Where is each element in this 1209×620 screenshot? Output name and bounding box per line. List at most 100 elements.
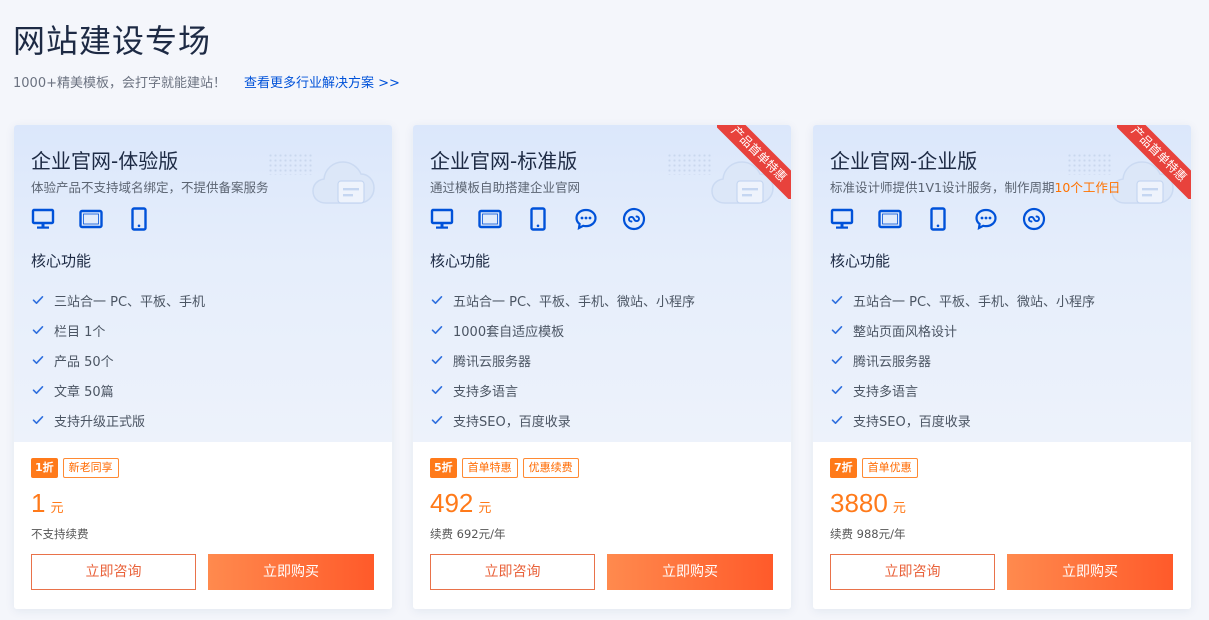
feature-item: 腾讯云服务器 (830, 345, 1095, 375)
product-card: 产品首单特惠 企业官网-标准版通过模板自助搭建企业官网 核心功能五站合一 PC、平板… (413, 125, 791, 609)
feature-item: 整站页面风格设计 (830, 315, 1095, 345)
card-title: 企业官网-企业版 (830, 149, 978, 173)
check-icon (31, 353, 45, 367)
feature-item: 栏目 1个 (31, 315, 205, 345)
tablet-landscape-icon (79, 207, 103, 231)
card-header: 企业官网-体验版体验产品不支持域名绑定，不提供备案服务 核心功能三站合一 PC、平… (14, 125, 392, 442)
check-icon (830, 383, 844, 397)
page-subtitle: 1000+精美模板，会打字就能建站！ (13, 76, 226, 91)
card-description: 通过模板自助搭建企业官网 (430, 177, 580, 196)
card-title: 企业官网-体验版 (31, 149, 179, 173)
promo-tag: 首单特惠 (461, 458, 518, 478)
desc-highlight: 10个工作日 (1054, 180, 1121, 195)
consult-button[interactable]: 立即咨询 (830, 554, 995, 590)
card-pricing: 7折 首单优惠 3880 元续费 988元/年立即咨询 立即购买 (813, 442, 1191, 609)
features-heading: 核心功能 (430, 252, 491, 270)
feature-item: 五站合一 PC、平板、手机、微站、小程序 (830, 285, 1095, 315)
price-unit: 元 (50, 501, 64, 516)
check-icon (31, 293, 45, 307)
check-icon (430, 383, 444, 397)
feature-item: 支持SEO，百度收录 (830, 405, 1095, 435)
feature-item: 支持SEO，百度收录 (430, 405, 695, 435)
mini-program-icon (1022, 207, 1046, 231)
ribbon-label: 产品首单特惠 (1117, 125, 1191, 199)
cloud-server-icon (308, 151, 378, 217)
check-icon (430, 413, 444, 427)
card-header: 产品首单特惠 企业官网-标准版通过模板自助搭建企业官网 核心功能五站合一 PC、平板… (413, 125, 791, 442)
feature-list: 五站合一 PC、平板、手机、微站、小程序 1000套自适应模板 腾讯云服务器 支持多语… (430, 285, 695, 435)
check-icon (430, 293, 444, 307)
tablet-landscape-icon (478, 207, 502, 231)
price-tags: 7折 首单优惠 (830, 458, 918, 478)
product-cards: 企业官网-体验版 体验产品不支持域名绑定，不提供备案服务 核心功能 三站合一 PC、平… (14, 125, 1194, 609)
feature-text: 三站合一 PC、平板、手机 (54, 294, 206, 310)
feature-text: 腾讯云服务器 (853, 354, 932, 370)
card-description: 标准设计师提供1V1设计服务，制作周期10个工作日 (830, 177, 1120, 196)
card-title: 企业官网-标准版 (430, 149, 578, 173)
buy-button[interactable]: 立即购买 (208, 554, 374, 590)
check-icon (31, 413, 45, 427)
consult-button[interactable]: 立即咨询 (430, 554, 595, 590)
desc-text: 通过模板自助搭建企业官网 (430, 180, 581, 195)
promo-tag: 新老同享 (62, 458, 119, 478)
feature-item: 支持升级正式版 (31, 405, 205, 435)
feature-text: 1000套自适应模板 (453, 324, 565, 340)
card-description: 体验产品不支持域名绑定，不提供备案服务 (31, 177, 269, 196)
feature-item: 腾讯云服务器 (430, 345, 695, 375)
platform-icons (830, 207, 1046, 231)
platform-icons (430, 207, 646, 231)
desc-text: 体验产品不支持域名绑定，不提供备案服务 (31, 180, 269, 195)
promo-tag: 优惠续费 (522, 458, 579, 478)
price-value: 1 (31, 488, 46, 518)
price-value: 3880 (830, 488, 888, 518)
check-icon (430, 353, 444, 367)
price-row: 492 元 (430, 488, 491, 519)
buy-button[interactable]: 立即购买 (1007, 554, 1173, 590)
feature-text: 五站合一 PC、平板、手机、微站、小程序 (453, 294, 696, 310)
feature-text: 整站页面风格设计 (853, 324, 958, 340)
feature-item: 五站合一 PC、平板、手机、微站、小程序 (430, 285, 695, 315)
feature-item: 支持多语言 (830, 375, 1095, 405)
feature-text: 腾讯云服务器 (453, 354, 532, 370)
promo-tag: 首单优惠 (861, 458, 918, 478)
renewal-info: 续费 988元/年 (830, 527, 906, 541)
check-icon (830, 413, 844, 427)
price-value: 492 (430, 488, 474, 518)
check-icon (31, 323, 45, 337)
decoration-dots (268, 153, 312, 175)
features-heading: 核心功能 (31, 252, 92, 270)
discount-badge: 1折 (31, 458, 58, 478)
decoration-dots (667, 153, 711, 175)
price-tags: 1折 新老同享 (31, 458, 119, 478)
feature-item: 支持多语言 (430, 375, 695, 405)
features-heading: 核心功能 (830, 252, 891, 270)
price-unit: 元 (892, 501, 906, 516)
check-icon (31, 383, 45, 397)
decoration-dots (1067, 153, 1111, 175)
feature-item: 三站合一 PC、平板、手机 (31, 285, 205, 315)
card-pricing: 1折 新老同享 1 元不支持续费 立即咨询 立即购买 (14, 442, 392, 609)
platform-icons (31, 207, 151, 231)
feature-text: 支持多语言 (453, 384, 519, 400)
price-row: 3880 元 (830, 488, 906, 519)
desktop-icon (430, 207, 454, 231)
mini-program-icon (622, 207, 646, 231)
renewal-info: 续费 692元/年 (430, 527, 506, 541)
mobile-icon (526, 207, 550, 231)
check-icon (430, 323, 444, 337)
discount-badge: 7折 (830, 458, 857, 478)
more-solutions-link[interactable]: 查看更多行业解决方案 >> (244, 72, 400, 91)
desc-text: 标准设计师提供1V1设计服务，制作周期 (830, 180, 1055, 195)
promo-ribbon: 产品首单特惠 (1117, 125, 1191, 199)
mobile-icon (127, 207, 151, 231)
buy-button[interactable]: 立即购买 (607, 554, 773, 590)
feature-item: 文章 50篇 (31, 375, 205, 405)
price-tags: 5折 首单特惠 优惠续费 (430, 458, 579, 478)
price-row: 1元 (31, 488, 63, 519)
promo-ribbon: 产品首单特惠 (717, 125, 791, 199)
wechat-icon (574, 207, 598, 231)
consult-button[interactable]: 立即咨询 (31, 554, 196, 590)
desktop-icon (830, 207, 854, 231)
feature-list: 五站合一 PC、平板、手机、微站、小程序整站页面风格设计 腾讯云服务器支持多语言支… (830, 285, 1095, 435)
price-unit: 元 (478, 501, 492, 516)
